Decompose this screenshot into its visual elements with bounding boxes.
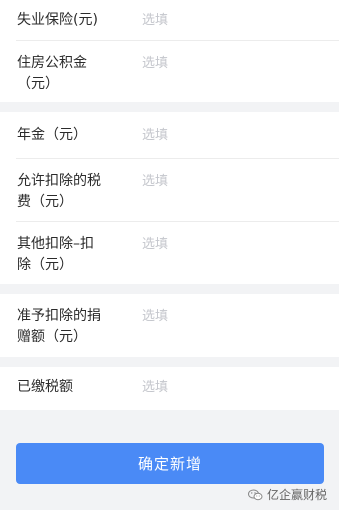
form-row-annuity[interactable]: 年金（元） 选填 xyxy=(0,112,339,158)
form-row-tax-paid[interactable]: 已缴税额 选填 xyxy=(0,367,339,410)
field-input[interactable]: 选填 xyxy=(142,171,168,192)
field-label: 年金（元） xyxy=(17,127,87,143)
section-gap xyxy=(0,284,339,294)
form-row-deductible-tax[interactable]: 允许扣除的税 费（元） 选填 xyxy=(0,158,339,221)
form-row-other-deduction[interactable]: 其他扣除–扣 除（元） 选填 xyxy=(0,221,339,284)
section-gap xyxy=(0,102,339,112)
field-input[interactable]: 选填 xyxy=(142,377,168,398)
form-group-3: 准予扣除的捐 赠额（元） 选填 xyxy=(0,294,339,357)
watermark-text: 亿企赢财税 xyxy=(266,488,327,502)
field-input[interactable]: 选填 xyxy=(142,234,168,255)
wechat-icon xyxy=(247,489,263,500)
field-label: 准予扣除的捐 赠额（元） xyxy=(0,306,142,348)
section-gap xyxy=(0,357,339,367)
form-row-housing-fund[interactable]: 住房公积金 （元） 选填 xyxy=(0,40,339,102)
field-label-text: 允许扣除的税 费（元） xyxy=(17,173,101,210)
field-input[interactable]: 选填 xyxy=(142,53,168,74)
field-label: 失业保险(元) xyxy=(17,12,98,28)
field-label: 已缴税额 xyxy=(17,379,73,395)
field-label-text: 准予扣除的捐 赠额（元） xyxy=(17,308,101,345)
watermark: 亿企赢财税 xyxy=(247,486,327,503)
field-label: 其他扣除–扣 除（元） xyxy=(0,234,142,276)
field-label: 允许扣除的税 费（元） xyxy=(0,171,142,213)
form-row-unemployment-insurance[interactable]: 失业保险(元) 选填 xyxy=(0,0,339,40)
form-row-donation[interactable]: 准予扣除的捐 赠额（元） 选填 xyxy=(0,294,339,357)
form-group-4: 已缴税额 选填 xyxy=(0,367,339,410)
field-label-text: 其他扣除–扣 除（元） xyxy=(17,236,94,273)
form-group-1: 失业保险(元) 选填 住房公积金 （元） 选填 xyxy=(0,0,339,102)
field-label-text: 住房公积金 （元） xyxy=(17,55,87,92)
confirm-add-button[interactable]: 确定新增 xyxy=(16,443,324,484)
form-group-2: 年金（元） 选填 允许扣除的税 费（元） 选填 其他扣除–扣 除（元） 选填 xyxy=(0,112,339,284)
field-input[interactable]: 选填 xyxy=(142,125,168,146)
field-label: 住房公积金 （元） xyxy=(0,53,142,95)
field-input[interactable]: 选填 xyxy=(142,306,168,327)
field-input[interactable]: 选填 xyxy=(142,10,168,31)
